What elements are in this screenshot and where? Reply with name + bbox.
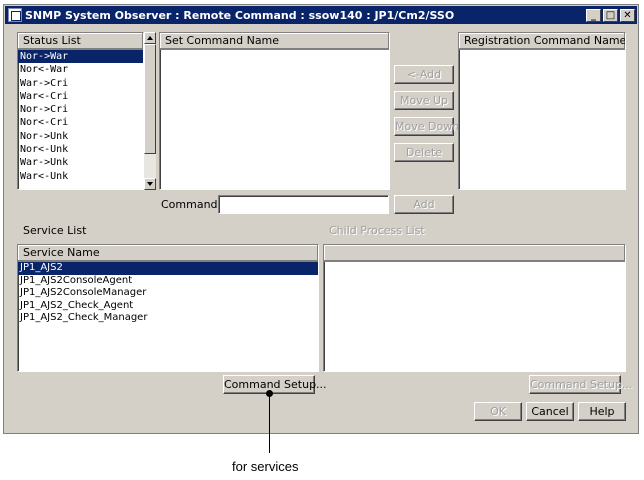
minimize-button[interactable]: _ xyxy=(586,8,601,22)
status-list-items: Nor->War Nor<-War War->Cri War<-Cri Nor->Cri… xyxy=(18,50,143,183)
service-list-item[interactable]: JP1_AJS2ConsoleAgent xyxy=(18,275,318,288)
child-process-label: Child Process List xyxy=(329,224,425,237)
service-list-item[interactable]: JP1_AJS2_Check_Manager xyxy=(18,312,318,325)
set-command-list[interactable]: Set Command Name xyxy=(159,32,390,190)
command-label: Command xyxy=(161,198,218,211)
status-list-item[interactable]: Nor<-Cri xyxy=(18,116,143,129)
maximize-button[interactable]: □ xyxy=(603,8,618,22)
title-bar: SNMP System Observer : Remote Command : … xyxy=(5,6,637,24)
service-list[interactable]: Service Name JP1_AJS2 JP1_AJS2ConsoleAgen… xyxy=(17,244,319,372)
status-list-item[interactable]: War->Cri xyxy=(18,77,143,90)
ok-button[interactable]: OK xyxy=(474,402,522,421)
arrow-down-icon xyxy=(147,182,153,186)
move-up-button[interactable]: Move Up xyxy=(394,91,454,110)
status-list-item[interactable]: Nor<-Unk xyxy=(18,143,143,156)
command-input[interactable] xyxy=(218,195,389,214)
service-list-item[interactable]: JP1_AJS2 xyxy=(18,262,318,275)
command-setup-child-button[interactable]: Command Setup... xyxy=(529,375,633,394)
child-process-header[interactable] xyxy=(324,245,625,262)
add-button[interactable]: Add xyxy=(394,195,454,214)
window-title: SNMP System Observer : Remote Command : … xyxy=(25,8,455,22)
app-icon xyxy=(8,8,22,22)
registration-command-list[interactable]: Registration Command Name xyxy=(458,32,626,190)
cancel-button[interactable]: Cancel xyxy=(526,402,574,421)
callout-line xyxy=(269,393,270,453)
callout-label: for services xyxy=(232,459,299,474)
scroll-thumb[interactable] xyxy=(144,44,156,154)
status-list[interactable]: Status List Nor->War Nor<-War War->Cri War<… xyxy=(17,32,144,190)
close-button[interactable]: ✕ xyxy=(620,8,635,22)
service-list-item[interactable]: JP1_AJS2_Check_Agent xyxy=(18,300,318,313)
status-list-item[interactable]: War<-Unk xyxy=(18,170,143,183)
arrow-up-icon xyxy=(147,36,153,40)
status-list-item[interactable]: War->Unk xyxy=(18,156,143,169)
move-down-button[interactable]: Move Down xyxy=(394,117,459,136)
service-list-item[interactable]: JP1_AJS2ConsoleManager xyxy=(18,287,318,300)
set-command-header[interactable]: Set Command Name xyxy=(160,33,389,50)
service-list-label: Service List xyxy=(23,224,87,237)
help-button[interactable]: Help xyxy=(578,402,626,421)
child-process-list[interactable] xyxy=(323,244,626,372)
status-list-item[interactable]: Nor->Cri xyxy=(18,103,143,116)
status-list-item[interactable]: Nor->Unk xyxy=(18,130,143,143)
registration-header[interactable]: Registration Command Name xyxy=(459,33,625,50)
status-list-scrollbar[interactable] xyxy=(144,32,156,190)
scroll-down-button[interactable] xyxy=(144,178,156,190)
delete-button[interactable]: Delete xyxy=(394,143,454,162)
status-list-item[interactable]: War<-Cri xyxy=(18,90,143,103)
status-list-header[interactable]: Status List xyxy=(18,33,143,50)
status-list-item[interactable]: Nor->War xyxy=(18,50,143,64)
scroll-up-button[interactable] xyxy=(144,32,156,44)
add-left-button[interactable]: <-Add xyxy=(394,65,454,84)
service-list-items: JP1_AJS2 JP1_AJS2ConsoleAgent JP1_AJS2Cons… xyxy=(18,262,318,325)
status-list-item[interactable]: Nor<-War xyxy=(18,63,143,76)
service-name-header[interactable]: Service Name xyxy=(18,245,318,262)
